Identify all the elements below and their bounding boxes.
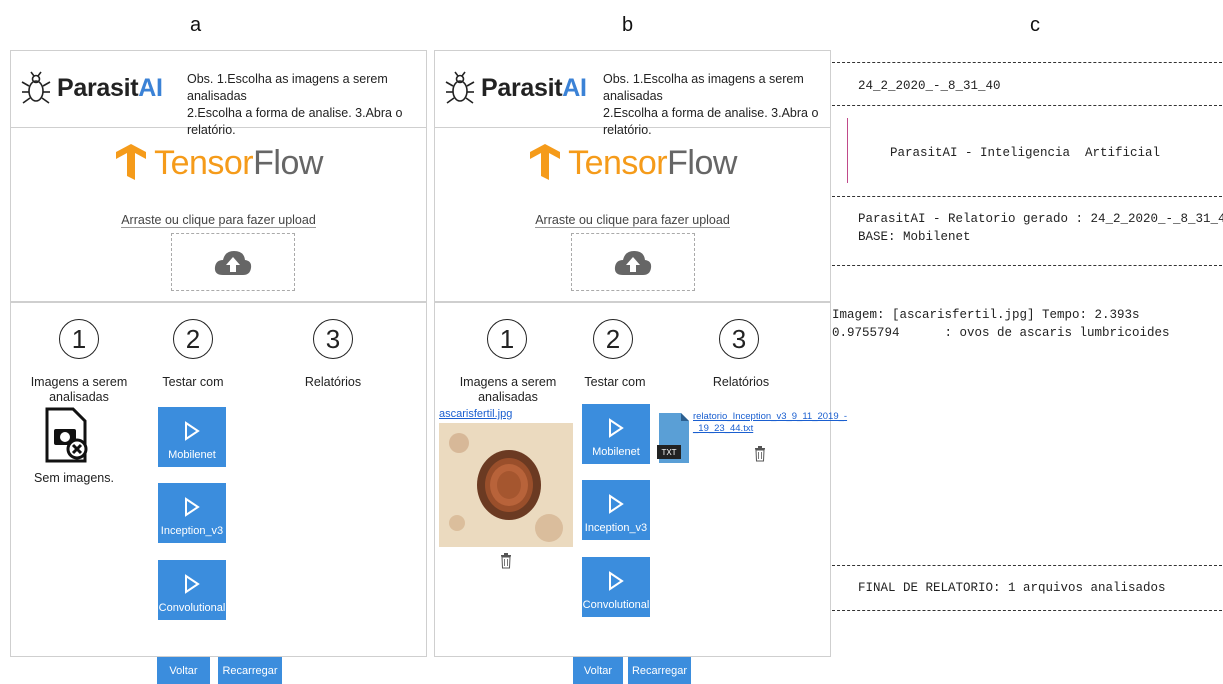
tensorflow-logo: TensorFlow <box>11 139 426 187</box>
step-1-circle: 1 <box>59 319 99 359</box>
test-column-label: Testar com <box>162 375 224 389</box>
report-generated: ParasitAI - Relatorio gerado : 24_2_2020… <box>858 212 1223 226</box>
report-file-link[interactable]: relatorio_Inception_v3_9_11_2019_- _19_23… <box>693 411 847 435</box>
figure-letter-a: a <box>190 14 202 36</box>
step-3-circle: 3 <box>313 319 353 359</box>
play-icon <box>185 421 200 441</box>
section-divider <box>11 301 426 303</box>
inception-button[interactable]: Inception_v3 <box>582 480 650 540</box>
trash-icon[interactable] <box>754 446 766 462</box>
logo-text: ParasitAI <box>57 73 163 102</box>
report-title: ParasitAI - Inteligencia Artificial <box>890 146 1161 160</box>
reports-column-label: Relatórios <box>712 375 770 389</box>
trash-icon[interactable] <box>500 553 512 569</box>
dash-line <box>832 196 1222 197</box>
step-2-circle: 2 <box>593 319 633 359</box>
logo: ParasitAI <box>445 65 587 111</box>
section-divider <box>435 301 830 303</box>
dash-line <box>832 565 1222 566</box>
dash-line <box>832 105 1222 106</box>
mobilenet-button[interactable]: Mobilenet <box>582 404 650 464</box>
mobilenet-button[interactable]: Mobilenet <box>158 407 226 467</box>
convolutional-button[interactable]: Convolutional <box>582 557 650 617</box>
step-1-circle: 1 <box>487 319 527 359</box>
upload-instruction: Arraste ou clique para fazer upload <box>121 213 316 228</box>
dash-line <box>832 62 1222 63</box>
test-column-label: Testar com <box>584 375 646 389</box>
bug-icon <box>21 71 51 104</box>
play-icon <box>609 571 624 591</box>
voltar-button[interactable]: Voltar <box>573 657 623 684</box>
figure-letter-c: c <box>1030 14 1040 36</box>
instructions: Obs. 1.Escolha as imagens a serem analis… <box>603 72 819 137</box>
reports-column-label: Relatórios <box>304 375 362 389</box>
instructions: Obs. 1.Escolha as imagens a serem analis… <box>187 72 403 137</box>
dash-line <box>832 265 1222 266</box>
report-result-line: 0.9755794 : ovos de ascaris lumbricoides <box>832 326 1170 340</box>
title-marker <box>847 118 848 183</box>
images-column-label: Imagens a serem analisadas <box>30 375 128 404</box>
report-final: FINAL DE RELATORIO: 1 arquivos analisado… <box>858 581 1166 595</box>
logo: ParasitAI <box>21 65 163 111</box>
upload-dropzone[interactable] <box>571 233 695 291</box>
panel-a: ParasitAI Obs. 1.Escolha as imagens a se… <box>10 50 427 657</box>
images-column-label: Imagens a serem analisadas <box>459 375 557 404</box>
voltar-button[interactable]: Voltar <box>157 657 210 684</box>
image-thumbnail[interactable] <box>439 423 573 547</box>
play-icon <box>185 497 200 517</box>
logo-text: ParasitAI <box>481 73 587 102</box>
convolutional-button[interactable]: Convolutional <box>158 560 226 620</box>
recarregar-button[interactable]: Recarregar <box>628 657 691 684</box>
upload-instruction: Arraste ou clique para fazer upload <box>535 213 730 228</box>
tensorflow-icon <box>530 144 561 180</box>
tensorflow-icon <box>116 144 147 180</box>
txt-badge: TXT <box>661 447 677 457</box>
cloud-upload-icon <box>214 251 252 275</box>
image-file-link[interactable]: ascarisfertil.jpg <box>439 408 512 420</box>
play-icon <box>609 418 624 438</box>
panel-b: ParasitAI Obs. 1.Escolha as imagens a se… <box>434 50 847 657</box>
step-2-circle: 2 <box>173 319 213 359</box>
no-images-text: Sem imagens. <box>34 471 114 485</box>
report-base: BASE: Mobilenet <box>858 230 971 244</box>
tensorflow-logo: TensorFlow <box>435 139 830 187</box>
report-image-line: Imagem: [ascarisfertil.jpg] Tempo: 2.393… <box>832 308 1140 322</box>
inception-button[interactable]: Inception_v3 <box>158 483 226 543</box>
app-header: ParasitAI Obs. 1.Escolha as imagens a se… <box>435 51 830 137</box>
report-date: 24_2_2020_-_8_31_40 <box>858 79 1001 93</box>
recarregar-button[interactable]: Recarregar <box>218 657 282 684</box>
bug-icon <box>445 71 475 104</box>
play-icon <box>609 494 624 514</box>
figure-letter-b: b <box>622 14 634 36</box>
upload-dropzone[interactable] <box>171 233 295 291</box>
app-header: ParasitAI Obs. 1.Escolha as imagens a se… <box>11 51 426 137</box>
cloud-upload-icon <box>614 251 652 275</box>
no-image-file-icon <box>45 407 88 463</box>
play-icon <box>185 574 200 594</box>
step-3-circle: 3 <box>719 319 759 359</box>
dash-line <box>832 610 1222 611</box>
